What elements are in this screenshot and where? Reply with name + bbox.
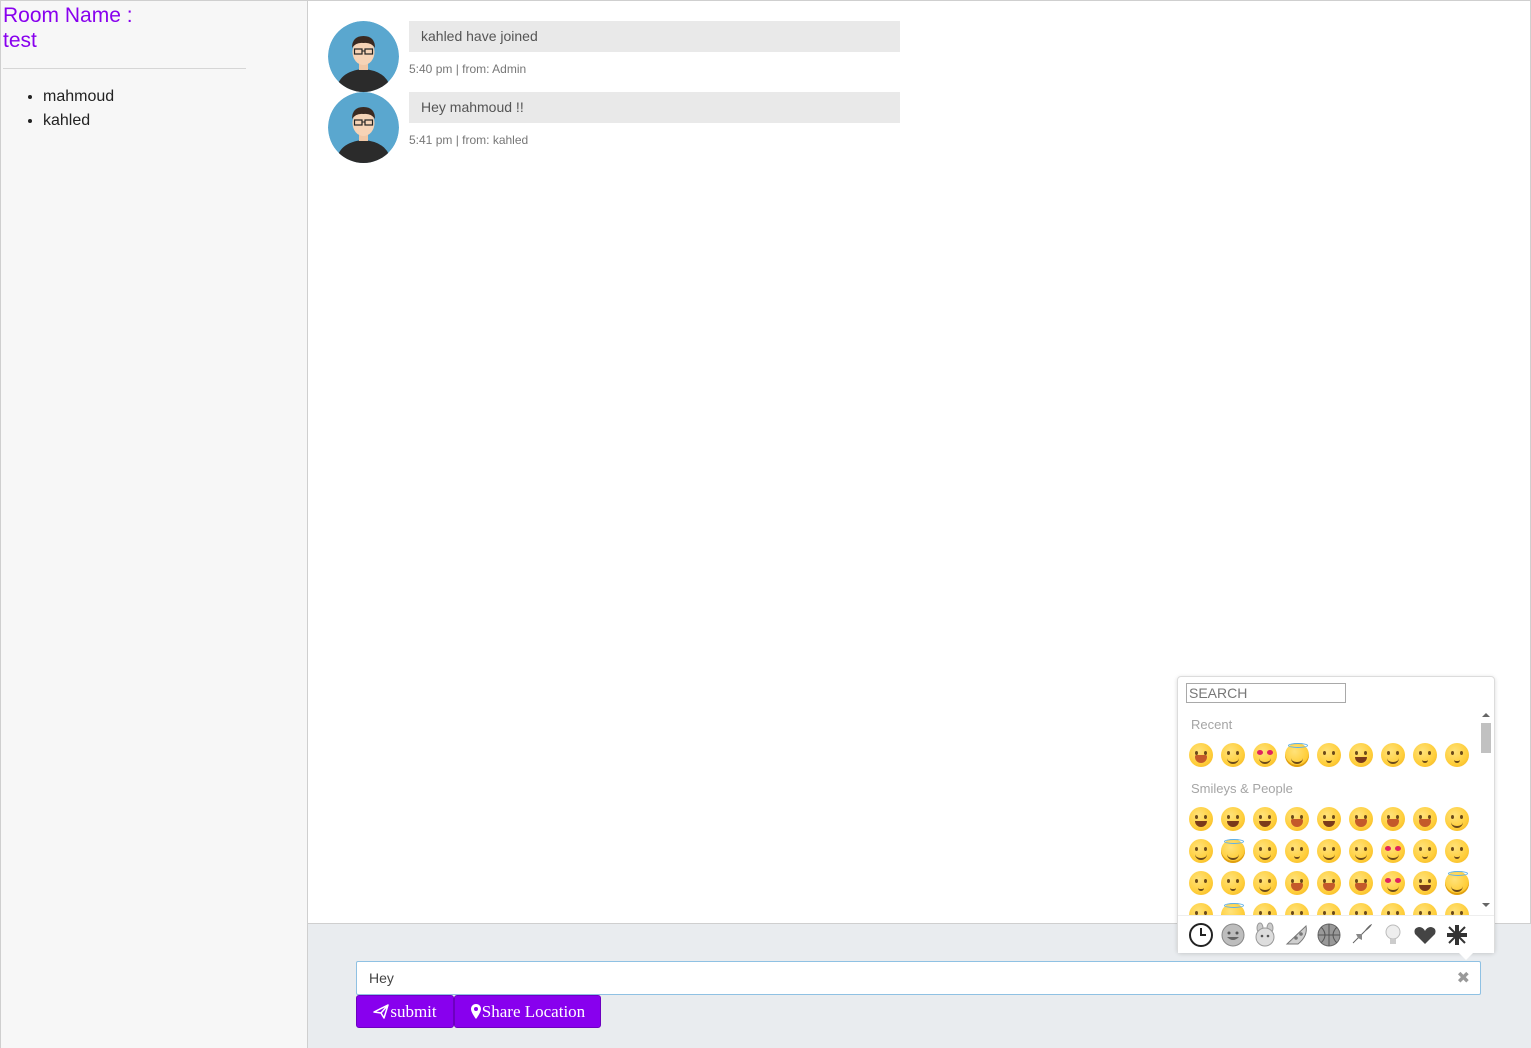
- room-title: Room Name : test: [3, 3, 133, 53]
- emoji-icon[interactable]: [1349, 871, 1373, 895]
- share-location-label: Share Location: [481, 1002, 586, 1021]
- user-list-item: kahled: [43, 109, 114, 133]
- emoji-category-title: Smileys & People: [1191, 781, 1293, 796]
- emoji-icon[interactable]: [1445, 743, 1469, 767]
- emoji-icon[interactable]: [1221, 903, 1245, 915]
- flag-icon[interactable]: [1444, 922, 1470, 948]
- emoji-icon[interactable]: [1445, 839, 1469, 863]
- emoji-icon[interactable]: [1381, 871, 1405, 895]
- clock-icon[interactable]: [1188, 922, 1214, 948]
- emoji-list: Recent Smileys & People: [1178, 709, 1478, 915]
- emoji-icon[interactable]: [1221, 839, 1245, 863]
- lightbulb-icon[interactable]: [1380, 922, 1406, 948]
- emoji-icon[interactable]: [1381, 743, 1405, 767]
- emoji-icon[interactable]: [1285, 839, 1309, 863]
- emoji-icon[interactable]: [1189, 743, 1213, 767]
- emoji-icon[interactable]: [1285, 871, 1309, 895]
- emoji-icon[interactable]: [1349, 839, 1373, 863]
- message-input[interactable]: [357, 962, 1447, 994]
- user-list: mahmoud kahled: [1, 85, 114, 133]
- emoji-icon[interactable]: [1253, 743, 1277, 767]
- close-icon[interactable]: ✖: [1457, 968, 1470, 988]
- smiley-icon[interactable]: [1220, 922, 1246, 948]
- emoji-icon[interactable]: [1349, 903, 1373, 915]
- emoji-icon[interactable]: [1285, 743, 1309, 767]
- emoji-category-tabs: [1178, 915, 1494, 953]
- emoji-icon[interactable]: [1349, 807, 1373, 831]
- share-location-button[interactable]: Share Location: [454, 995, 601, 1028]
- emoji-icon[interactable]: [1189, 871, 1213, 895]
- emoji-icon[interactable]: [1317, 839, 1341, 863]
- emoji-icon[interactable]: [1445, 871, 1469, 895]
- emoji-icon[interactable]: [1285, 807, 1309, 831]
- user-avatar-icon: [328, 92, 399, 163]
- emoji-icon[interactable]: [1189, 839, 1213, 863]
- map-marker-icon: [470, 1004, 481, 1019]
- emoji-icon[interactable]: [1189, 903, 1213, 915]
- emoji-icon[interactable]: [1381, 839, 1405, 863]
- emoji-icon[interactable]: [1253, 839, 1277, 863]
- scroll-thumb[interactable]: [1481, 723, 1491, 753]
- emoji-search-input[interactable]: [1186, 683, 1346, 703]
- emoji-icon[interactable]: [1381, 903, 1405, 915]
- scroll-up-icon[interactable]: [1482, 713, 1490, 717]
- divider: [3, 68, 246, 69]
- room-name: test: [3, 29, 37, 52]
- emoji-icon[interactable]: [1253, 807, 1277, 831]
- emoji-category-title: Recent: [1191, 717, 1233, 732]
- emoji-icon[interactable]: [1317, 903, 1341, 915]
- message-input-wrapper: ✖: [356, 961, 1481, 995]
- emoji-icon[interactable]: [1413, 871, 1437, 895]
- emoji-icon[interactable]: [1221, 871, 1245, 895]
- emoji-icon[interactable]: [1413, 903, 1437, 915]
- room-title-label: Room Name :: [3, 4, 133, 27]
- sidebar: Room Name : test mahmoud kahled: [0, 0, 308, 1048]
- emoji-icon[interactable]: [1381, 807, 1405, 831]
- emoji-icon[interactable]: [1317, 871, 1341, 895]
- paper-plane-icon: [373, 1004, 390, 1019]
- user-list-item: mahmoud: [43, 85, 114, 109]
- emoji-icon[interactable]: [1317, 743, 1341, 767]
- emoji-icon[interactable]: [1445, 903, 1469, 915]
- emoji-icon[interactable]: [1253, 871, 1277, 895]
- food-icon[interactable]: [1284, 922, 1310, 948]
- heart-icon[interactable]: [1412, 922, 1438, 948]
- emoji-icon[interactable]: [1221, 743, 1245, 767]
- message-meta: 5:40 pm | from: Admin: [409, 62, 527, 76]
- emoji-icon[interactable]: [1413, 839, 1437, 863]
- message-text: kahled have joined: [409, 21, 900, 52]
- animal-icon[interactable]: [1252, 922, 1278, 948]
- user-avatar-icon: [328, 21, 399, 92]
- message-text: Hey mahmoud !!: [409, 92, 900, 123]
- emoji-icon[interactable]: [1317, 807, 1341, 831]
- submit-label: submit: [390, 1002, 437, 1021]
- sports-icon[interactable]: [1316, 922, 1342, 948]
- emoji-icon[interactable]: [1189, 807, 1213, 831]
- submit-button[interactable]: submit: [356, 995, 454, 1028]
- emoji-icon[interactable]: [1413, 807, 1437, 831]
- scroll-down-icon[interactable]: [1482, 903, 1490, 907]
- travel-icon[interactable]: [1348, 922, 1374, 948]
- emoji-icon[interactable]: [1285, 903, 1309, 915]
- emoji-icon[interactable]: [1253, 903, 1277, 915]
- emoji-icon[interactable]: [1349, 743, 1373, 767]
- emoji-scrollbar[interactable]: [1480, 709, 1492, 909]
- message-meta: 5:41 pm | from: kahled: [409, 133, 529, 147]
- emoji-icon[interactable]: [1445, 807, 1469, 831]
- emoji-icon[interactable]: [1413, 743, 1437, 767]
- emoji-icon[interactable]: [1221, 807, 1245, 831]
- emoji-picker: Recent Smileys & People: [1177, 676, 1495, 960]
